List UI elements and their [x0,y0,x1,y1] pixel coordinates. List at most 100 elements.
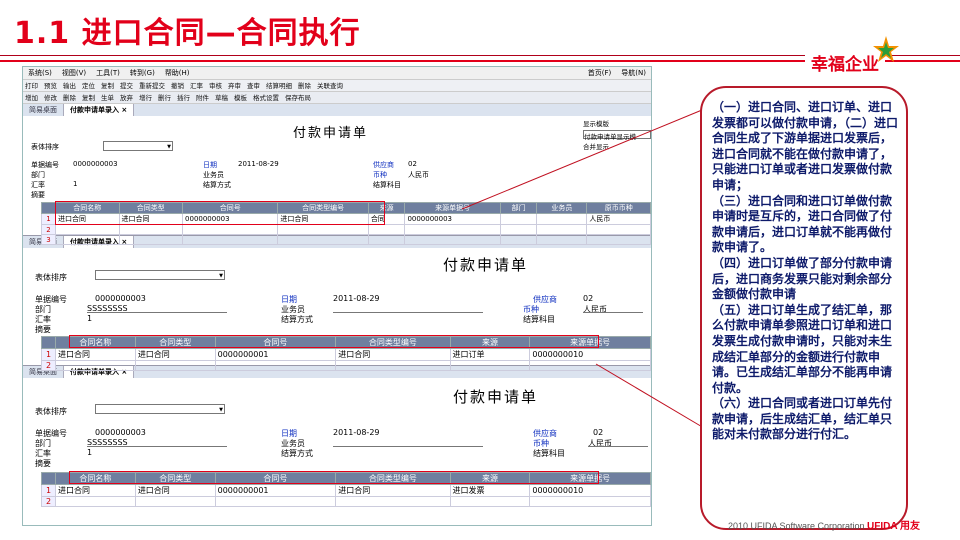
cell[interactable]: 0000000010 [529,484,651,497]
row-number: 2 [41,360,56,371]
menu-view[interactable]: 视图(V) [62,67,86,79]
supplier-value[interactable]: 02 [408,160,417,168]
cell[interactable]: 进口合同 [134,348,216,361]
slide-title: 1.1 进口合同—合同执行 [14,16,361,51]
currency-value[interactable]: 人民币 [588,438,612,449]
subject-label: 结算科目 [533,449,565,458]
col-currency[interactable]: 原币币种 [586,202,651,214]
tb-unaudit[interactable]: 弃审 [228,80,241,91]
menu-system[interactable]: 系统(S) [28,67,52,79]
cell[interactable]: 进口发票 [449,484,531,497]
tb-generate[interactable]: 生单 [101,92,114,103]
cell[interactable]: 0000000010 [529,348,651,361]
tb-remove[interactable]: 删除 [63,92,76,103]
tb-revoke[interactable]: 撤销 [171,80,184,91]
highlight-box-3 [69,471,599,484]
dept-label: 部门 [31,171,45,179]
cell[interactable]: 进口订单 [449,348,531,361]
row-number: 1 [41,213,56,225]
tb-insert-row[interactable]: 插行 [177,92,190,103]
tb-draft[interactable]: 草稿 [215,92,228,103]
tab-desktop[interactable]: 简易桌面 [23,104,64,116]
cell[interactable]: 进口合同 [134,484,216,497]
sort-select[interactable]: ▼ [95,404,225,414]
cell[interactable] [499,213,538,225]
cell[interactable]: 0000000001 [214,484,337,497]
table-row[interactable]: 1 进口合同 进口合同 0000000001 进口合同 进口发票 0000000… [41,484,651,497]
col-source-doc[interactable]: 来源单据号 [404,202,501,214]
tb-template[interactable]: 模板 [234,92,247,103]
date-value[interactable]: 2011-08-29 [333,428,380,437]
tb-discard[interactable]: 放弃 [120,92,133,103]
toolbar-primary: 打印 预览 输出 定位 复制 提交 重新提交 撤销 汇率 审核 弃审 查审 结算… [23,80,651,92]
row-number: 1 [41,484,56,497]
brand-logo-icon [873,36,899,62]
table-row[interactable]: 2 [41,496,651,507]
menu-tools[interactable]: 工具(T) [96,67,120,79]
tb-duplicate[interactable]: 复制 [82,92,95,103]
cell[interactable]: 进口合同 [55,484,136,497]
date-value[interactable]: 2011-08-29 [238,160,279,168]
rate-label: 汇率 [31,181,45,189]
tb-settle-detail[interactable]: 结算明细 [266,80,292,91]
tb-resubmit[interactable]: 重新提交 [139,80,165,91]
menu-home[interactable]: 首页(F) [588,67,612,79]
menu-help[interactable]: 帮助(H) [165,67,190,79]
form-title: 付款申请单 [293,126,369,141]
tb-attach[interactable]: 附件 [196,92,209,103]
tb-format[interactable]: 格式设置 [253,92,279,103]
cell[interactable]: 进口合同 [55,348,136,361]
cell[interactable]: 0000000001 [214,348,337,361]
staff-label: 业务员 [203,171,224,179]
tb-rate[interactable]: 汇率 [190,80,203,91]
tb-copy[interactable]: 复制 [101,80,114,91]
callout-point-5: （六）进口合同或者进口订单先付款申请，后生成结汇单，结汇单只能对未付款部分进行付… [712,396,893,442]
supplier-value[interactable]: 02 [583,294,593,303]
col-staff[interactable]: 业务员 [536,202,588,214]
menu-goto[interactable]: 转到(G) [130,67,155,79]
tb-output[interactable]: 输出 [63,80,76,91]
menu-nav[interactable]: 导航(N) [621,67,646,79]
tb-preview[interactable]: 预览 [44,80,57,91]
footer-logo: UFIDA 用友 [867,521,920,532]
form-panel-2: 付款申请单 表体排序 ▼ 单据编号 0000000003 日期 2011-08-… [23,248,651,371]
cell[interactable]: 人民币 [586,213,651,225]
cell[interactable]: 0000000003 [404,213,501,225]
col-dept[interactable]: 部门 [499,202,538,214]
cell[interactable]: 进口合同 [335,348,451,361]
tb-del-row[interactable]: 删行 [158,92,171,103]
tb-add-row[interactable]: 增行 [139,92,152,103]
date-value[interactable]: 2011-08-29 [333,294,380,303]
cell[interactable]: 进口合同 [335,484,451,497]
settle-label: 结算方式 [203,181,231,189]
sort-select[interactable]: ▼ [103,141,173,151]
tb-print[interactable]: 打印 [25,80,38,91]
table-row[interactable]: 2 [41,224,651,235]
supplier-value[interactable]: 02 [593,428,603,437]
tb-locate[interactable]: 定位 [82,80,95,91]
table-row[interactable]: 2 [41,360,651,371]
tab-payment-request[interactable]: 付款申请单录入 × [64,104,135,116]
row-number: 3 [41,234,56,245]
doc-no-label: 单据编号 [31,161,59,169]
tb-delete[interactable]: 删除 [298,80,311,91]
currency-value[interactable]: 人民币 [408,170,429,180]
table-row[interactable]: 1 进口合同 进口合同 0000000001 进口合同 进口订单 0000000… [41,348,651,361]
template-select[interactable]: 付款申请单显示模 [583,130,651,141]
tb-add[interactable]: 增加 [25,92,38,103]
currency-value[interactable]: 人民币 [583,304,607,315]
sort-select[interactable]: ▼ [95,270,225,280]
tb-related-query[interactable]: 关联查询 [317,80,343,91]
rate-value[interactable]: 1 [87,448,92,457]
rate-value[interactable]: 1 [87,314,92,323]
tb-audit[interactable]: 审核 [209,80,222,91]
rate-value[interactable]: 1 [73,180,77,188]
cell[interactable] [536,213,588,225]
tb-checkaudit[interactable]: 查审 [247,80,260,91]
tb-edit[interactable]: 修改 [44,92,57,103]
memo-label: 摘要 [31,191,45,199]
callout-point-4: （五）进口订单生成了结汇单，那么付款申请单参照进口订单和进口发票生成付款申请时，… [712,302,893,395]
table-row[interactable]: 3 [41,234,651,245]
tb-submit[interactable]: 提交 [120,80,133,91]
tb-save-layout[interactable]: 保存布局 [285,92,311,103]
